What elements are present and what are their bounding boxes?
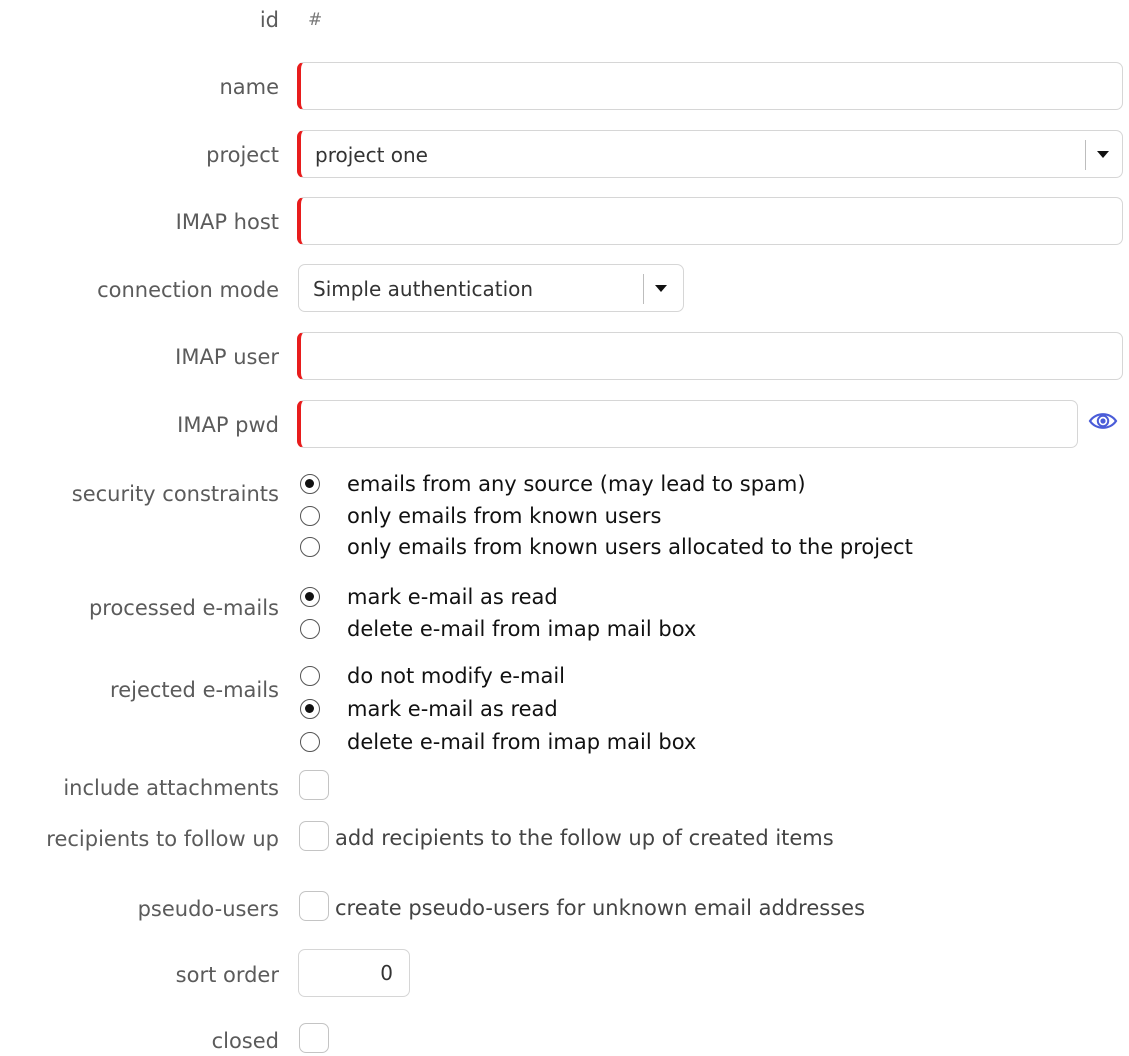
radio-label: delete e-mail from imap mail box — [347, 730, 697, 754]
project-selected-value: project one — [315, 143, 428, 167]
id-value: # — [308, 10, 323, 30]
sort-order-input[interactable] — [299, 950, 409, 996]
project-select-divider — [1085, 140, 1086, 170]
processed-option-mark-read[interactable]: mark e-mail as read — [300, 584, 558, 610]
radio-label: only emails from known users allocated t… — [347, 535, 913, 559]
include-attachments-checkbox[interactable] — [299, 770, 329, 800]
radio-label: only emails from known users — [347, 504, 662, 528]
closed-label: closed — [211, 1029, 279, 1053]
imap-user-input[interactable] — [301, 333, 1122, 379]
sort-order-field — [298, 949, 410, 997]
include-attachments-label: include attachments — [63, 776, 279, 800]
connection-mode-select[interactable]: Simple authentication — [298, 264, 684, 312]
imap-pwd-label: IMAP pwd — [177, 413, 279, 437]
rejected-emails-label: rejected e-mails — [110, 678, 279, 702]
caret-down-icon[interactable] — [655, 285, 667, 292]
processed-option-delete[interactable]: delete e-mail from imap mail box — [300, 616, 696, 642]
radio-button[interactable] — [300, 619, 320, 639]
project-label: project — [206, 143, 279, 167]
recipients-follow-up-label: recipients to follow up — [46, 827, 279, 851]
radio-label: emails from any source (may lead to spam… — [347, 472, 806, 496]
imap-pwd-input[interactable] — [301, 401, 1077, 447]
radio-label: mark e-mail as read — [347, 697, 558, 721]
processed-emails-label: processed e-mails — [88, 596, 279, 620]
rejected-option-do-not-modify[interactable]: do not modify e-mail — [300, 663, 565, 689]
radio-label: mark e-mail as read — [347, 585, 558, 609]
id-label: id — [259, 8, 279, 32]
name-field — [297, 62, 1123, 110]
security-option-known-users[interactable]: only emails from known users — [300, 503, 661, 529]
radio-label: delete e-mail from imap mail box — [347, 617, 697, 641]
connection-mode-label: connection mode — [97, 278, 279, 302]
security-option-known-users-project[interactable]: only emails from known users allocated t… — [300, 534, 913, 560]
name-label: name — [219, 75, 279, 99]
imap-pwd-field — [297, 400, 1078, 448]
rejected-option-mark-read[interactable]: mark e-mail as read — [300, 696, 558, 722]
pseudo-users-checkbox[interactable] — [299, 891, 329, 921]
imap-host-input[interactable] — [301, 198, 1122, 244]
caret-down-icon[interactable] — [1097, 151, 1109, 158]
imap-host-label: IMAP host — [175, 210, 279, 234]
project-select[interactable]: project one — [297, 130, 1123, 178]
radio-button[interactable] — [300, 474, 320, 494]
security-constraints-label: security constraints — [71, 482, 279, 506]
pseudo-users-label: pseudo-users — [137, 897, 279, 921]
connection-mode-selected-value: Simple authentication — [313, 277, 534, 301]
recipients-follow-up-checkbox[interactable] — [299, 821, 329, 851]
security-option-any-source[interactable]: emails from any source (may lead to spam… — [300, 471, 806, 497]
radio-label: do not modify e-mail — [347, 664, 566, 688]
rejected-option-delete[interactable]: delete e-mail from imap mail box — [300, 729, 696, 755]
imap-user-label: IMAP user — [175, 345, 279, 369]
radio-button[interactable] — [300, 666, 320, 686]
closed-checkbox[interactable] — [299, 1023, 329, 1053]
radio-button[interactable] — [300, 587, 320, 607]
pseudo-users-text: create pseudo-users for unknown email ad… — [335, 896, 866, 920]
eye-icon[interactable] — [1088, 406, 1118, 436]
radio-button[interactable] — [300, 537, 320, 557]
imap-host-field — [297, 197, 1123, 245]
imap-user-field — [297, 332, 1123, 380]
name-input[interactable] — [301, 63, 1122, 109]
recipients-follow-up-text: add recipients to the follow up of creat… — [335, 826, 834, 850]
radio-button[interactable] — [300, 699, 320, 719]
connection-mode-divider — [643, 274, 644, 304]
sort-order-label: sort order — [175, 963, 279, 987]
radio-button[interactable] — [300, 506, 320, 526]
radio-button[interactable] — [300, 732, 320, 752]
